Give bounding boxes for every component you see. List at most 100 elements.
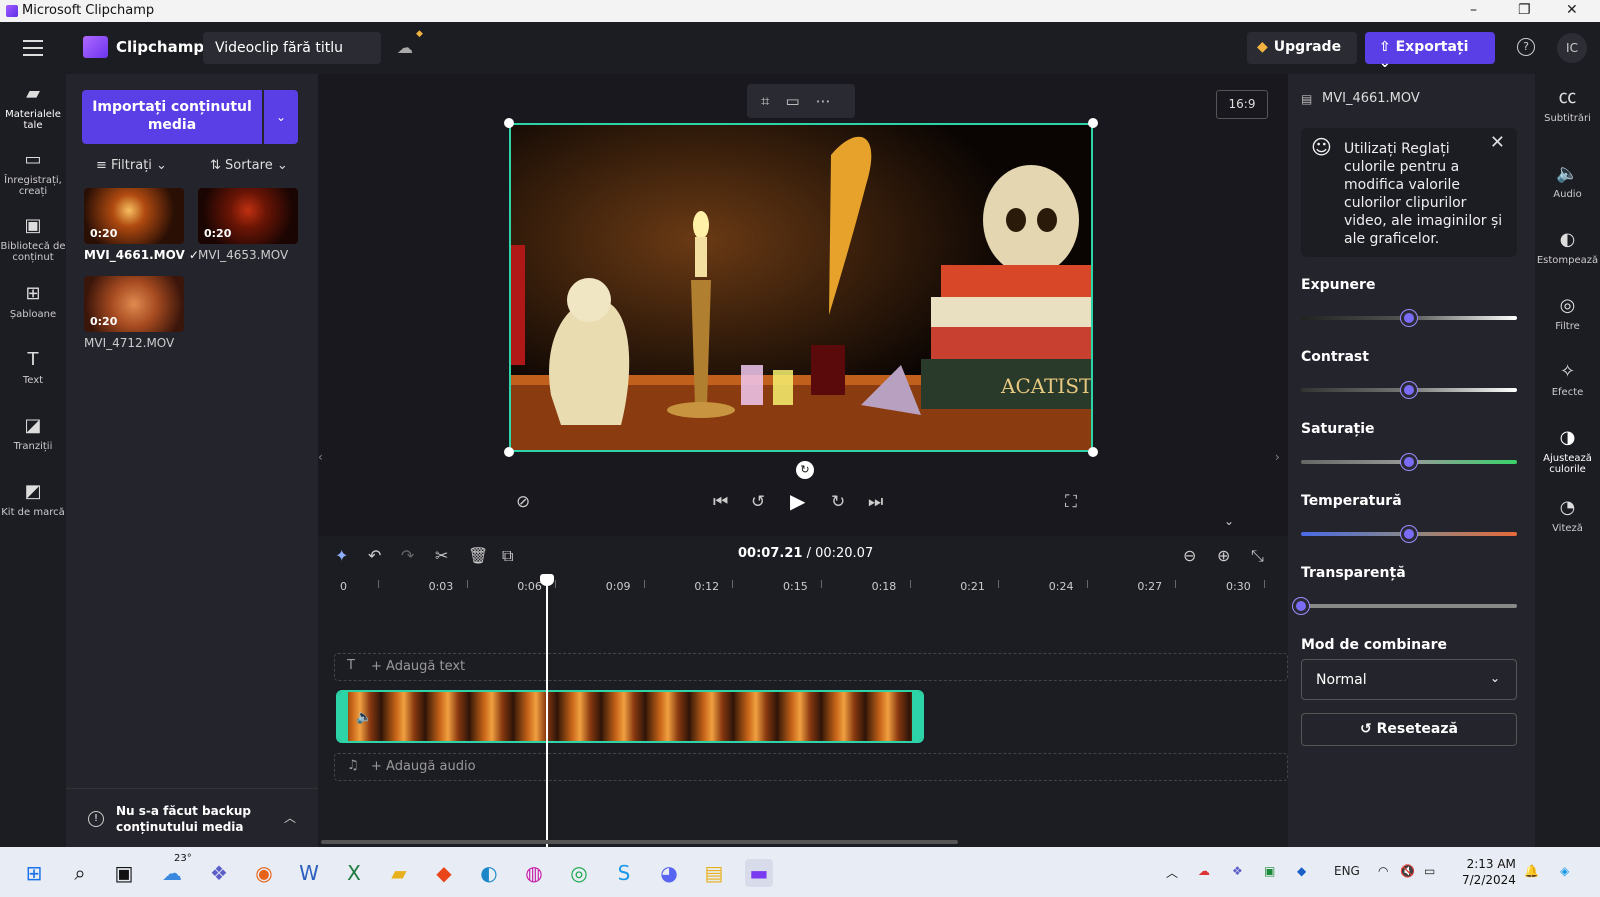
collapse-preview-icon[interactable]: ⌄ bbox=[1224, 514, 1234, 528]
copilot-icon[interactable]: ◈ bbox=[1560, 864, 1569, 878]
nav-transitions[interactable]: ◪ Tranziții bbox=[0, 416, 66, 453]
split-icon[interactable]: ✂ bbox=[435, 546, 448, 565]
blend-mode-select[interactable]: Normal ⌄ bbox=[1301, 659, 1517, 700]
minimize-button[interactable]: – bbox=[1470, 2, 1477, 18]
firefox-icon[interactable]: ◉ bbox=[250, 859, 278, 887]
nav-fade[interactable]: ◐ Estompează bbox=[1535, 230, 1600, 267]
upgrade-button[interactable]: ◆ Upgrade bbox=[1247, 32, 1357, 64]
avatar[interactable]: IC bbox=[1557, 33, 1587, 63]
nav-filters[interactable]: ◎ Filtre bbox=[1535, 296, 1600, 333]
brave-icon[interactable]: ◆ bbox=[430, 859, 458, 887]
close-window-button[interactable]: ✕ bbox=[1566, 2, 1578, 18]
play-icon[interactable]: ▶ bbox=[790, 489, 805, 513]
defender-icon[interactable]: ◆ bbox=[1297, 864, 1306, 878]
chrome-icon[interactable]: ◎ bbox=[565, 859, 593, 887]
word-icon[interactable]: W bbox=[295, 859, 323, 887]
edge-icon[interactable]: ◐ bbox=[475, 859, 503, 887]
rewind-5s-icon[interactable]: ↺ bbox=[751, 492, 765, 512]
volume-icon[interactable]: 🔈 bbox=[356, 710, 372, 725]
files-icon[interactable]: ▤ bbox=[700, 859, 728, 887]
media-thumbnail[interactable]: 0:20 bbox=[84, 188, 184, 244]
resize-handle[interactable] bbox=[504, 447, 514, 457]
duplicate-icon[interactable]: ⧉ bbox=[502, 546, 513, 566]
collapse-left-icon[interactable]: ‹ bbox=[318, 450, 323, 464]
add-text-track[interactable]: T + Adaugă text bbox=[334, 653, 1288, 681]
delete-icon[interactable]: 🗑 bbox=[468, 546, 488, 565]
chevron-up-icon[interactable]: ︿ bbox=[1166, 864, 1178, 881]
reset-button[interactable]: ↺ Resetează bbox=[1301, 713, 1517, 746]
temperature-knob[interactable] bbox=[1401, 526, 1417, 542]
teams-icon[interactable]: ❖ bbox=[205, 859, 233, 887]
search-icon[interactable]: ⌕ bbox=[66, 859, 94, 887]
crop-icon[interactable]: ⌗ bbox=[761, 92, 785, 110]
media-thumbnail[interactable]: 0:20 bbox=[84, 276, 184, 332]
excel-icon[interactable]: X bbox=[340, 859, 368, 887]
cloud-sync-off-icon[interactable]: ☁ bbox=[397, 38, 413, 57]
onedrive-icon[interactable]: ☁ bbox=[1198, 864, 1210, 878]
collapse-right-icon[interactable]: › bbox=[1275, 450, 1280, 464]
fit-icon[interactable]: ▭ bbox=[785, 92, 815, 110]
zoom-out-icon[interactable]: ⊖ bbox=[1183, 546, 1196, 565]
transparency-slider[interactable] bbox=[1301, 604, 1517, 608]
nav-record-create[interactable]: ▭ Înregistrați, creați bbox=[0, 150, 66, 198]
filter-button[interactable]: ≡ Filtrați ⌄ bbox=[96, 158, 167, 173]
task-view-icon[interactable]: ▣ bbox=[110, 859, 138, 887]
nvidia-icon[interactable]: ▣ bbox=[1264, 864, 1275, 878]
backup-notice[interactable]: ! Nu s-a făcut backup conținutului media… bbox=[66, 788, 318, 847]
redo-icon[interactable]: ↷ bbox=[401, 546, 414, 565]
saturation-knob[interactable] bbox=[1401, 454, 1417, 470]
battery-icon[interactable]: ▭ bbox=[1424, 864, 1435, 878]
rotate-handle-icon[interactable]: ↻ bbox=[796, 461, 814, 479]
skype-icon[interactable]: S bbox=[610, 859, 638, 887]
notifications-icon[interactable]: 🔔 bbox=[1524, 864, 1539, 878]
nav-effects[interactable]: ✧ Efecte bbox=[1535, 362, 1600, 399]
project-title-input[interactable]: Videoclip fără titlu bbox=[203, 32, 381, 64]
nav-text[interactable]: T Text bbox=[0, 350, 66, 387]
volume-muted-icon[interactable]: 🔇 bbox=[1400, 864, 1415, 878]
forward-5s-icon[interactable]: ↻ bbox=[831, 492, 845, 512]
media-thumbnail[interactable]: 0:20 bbox=[198, 188, 298, 244]
exposure-knob[interactable] bbox=[1401, 310, 1417, 326]
playhead[interactable] bbox=[546, 574, 548, 847]
clock[interactable]: 2:13 AM 7/2/2024 bbox=[1462, 856, 1516, 888]
sort-button[interactable]: ⇅ Sortare ⌄ bbox=[210, 158, 288, 173]
undo-icon[interactable]: ↶ bbox=[368, 546, 381, 565]
start-icon[interactable]: ⊞ bbox=[20, 859, 48, 887]
menu-icon[interactable] bbox=[23, 40, 43, 61]
file-explorer-icon[interactable]: ▰ bbox=[385, 859, 413, 887]
nav-speed[interactable]: ◔ Viteză bbox=[1535, 498, 1600, 535]
export-button[interactable]: ⇧ Exportați ⌄ bbox=[1365, 32, 1495, 71]
language-indicator[interactable]: ENG bbox=[1334, 864, 1360, 878]
fullscreen-icon[interactable]: ⛶ bbox=[1065, 492, 1077, 512]
close-tip-icon[interactable]: ✕ bbox=[1490, 134, 1505, 152]
nav-captions[interactable]: ㏄ Subtitrări bbox=[1535, 88, 1600, 125]
skip-forward-icon[interactable]: ⏭ bbox=[868, 492, 883, 512]
resize-handle[interactable] bbox=[504, 118, 514, 128]
skip-back-icon[interactable]: ⏮ bbox=[713, 492, 728, 512]
zoom-in-icon[interactable]: ⊕ bbox=[1217, 546, 1230, 565]
import-media-button[interactable]: Importați conținutul media bbox=[82, 90, 262, 144]
clipchamp-taskbar-icon[interactable]: ▬ bbox=[745, 859, 773, 887]
app-icon[interactable]: ◍ bbox=[520, 859, 548, 887]
teams-tray-icon[interactable]: ❖ bbox=[1232, 864, 1243, 878]
magic-icon[interactable]: ✦ bbox=[335, 546, 348, 565]
nav-your-media[interactable]: ▰ Materialele tale bbox=[0, 84, 66, 132]
discord-icon[interactable]: ◕ bbox=[655, 859, 683, 887]
maximize-button[interactable]: ❐ bbox=[1518, 2, 1531, 18]
aspect-ratio-button[interactable]: 16:9 bbox=[1216, 90, 1268, 119]
resize-handle[interactable] bbox=[1088, 447, 1098, 457]
clip-trim-handle-right[interactable] bbox=[912, 692, 922, 741]
nav-adjust-colors[interactable]: ◑ Ajustează culorile bbox=[1535, 428, 1600, 476]
camera-off-icon[interactable]: ⊘ bbox=[516, 492, 530, 512]
resize-handle[interactable] bbox=[1088, 118, 1098, 128]
nav-brand-kit[interactable]: ◩ Kit de marcă bbox=[0, 482, 66, 519]
nav-audio[interactable]: 🔈 Audio bbox=[1535, 164, 1600, 201]
nav-content-library[interactable]: ▣ Bibliotecă de conținut bbox=[0, 216, 66, 264]
clip-trim-handle-left[interactable] bbox=[338, 692, 348, 741]
fit-timeline-icon[interactable]: ⤡ bbox=[1251, 546, 1264, 566]
nav-templates[interactable]: ⊞ Șabloane bbox=[0, 284, 66, 321]
video-clip[interactable]: 🔈 bbox=[336, 690, 924, 743]
import-dropdown-button[interactable]: ⌄ bbox=[264, 90, 298, 144]
more-icon[interactable]: ⋯ bbox=[816, 92, 847, 110]
chevron-up-icon[interactable]: ︿ bbox=[284, 809, 296, 826]
